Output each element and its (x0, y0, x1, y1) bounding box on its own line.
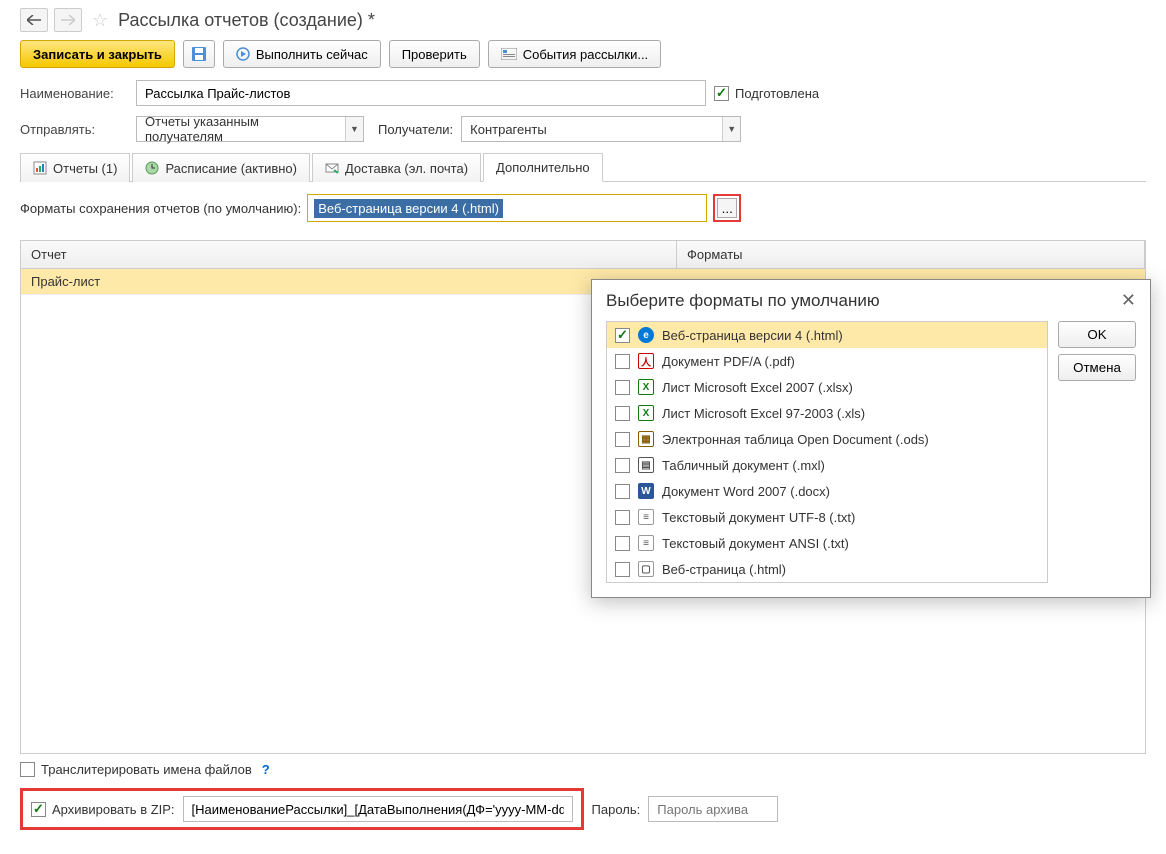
format-item[interactable]: ▦Электронная таблица Open Document (.ods… (607, 426, 1047, 452)
password-input[interactable] (648, 796, 778, 822)
format-item[interactable]: ✓eВеб-страница версии 4 (.html) (607, 322, 1047, 348)
format-item[interactable]: XЛист Microsoft Excel 97-2003 (.xls) (607, 400, 1047, 426)
checkbox-icon: ✓ (31, 802, 46, 817)
checkbox-icon (615, 458, 630, 473)
checkbox-icon (615, 406, 630, 421)
zip-name-input[interactable] (183, 796, 573, 822)
tab-reports[interactable]: Отчеты (1) (20, 153, 130, 182)
checkbox-icon: ✓ (615, 328, 630, 343)
save-button[interactable] (183, 40, 215, 68)
play-icon (236, 47, 250, 61)
format-label: Лист Microsoft Excel 2007 (.xlsx) (662, 380, 853, 395)
format-label: Электронная таблица Open Document (.ods) (662, 432, 929, 447)
header: ☆ Рассылка отчетов (создание) * (20, 8, 1146, 32)
clock-icon (145, 161, 159, 175)
checkbox-icon: ✓ (714, 86, 729, 101)
table-header: Отчет Форматы (21, 241, 1145, 269)
checkbox-icon (615, 432, 630, 447)
formats-label: Форматы сохранения отчетов (по умолчанию… (20, 201, 301, 216)
formats-table: Отчет Форматы Прайс-лист Выберите формат… (20, 240, 1146, 754)
format-item[interactable]: WДокумент Word 2007 (.docx) (607, 478, 1047, 504)
check-button[interactable]: Проверить (389, 40, 480, 68)
format-list: ✓eВеб-страница версии 4 (.html)人Документ… (606, 321, 1048, 583)
transliterate-checkbox[interactable]: Транслитерировать имена файлов ? (20, 762, 270, 777)
format-label: Лист Microsoft Excel 97-2003 (.xls) (662, 406, 865, 421)
zip-checkbox[interactable]: ✓ Архивировать в ZIP: (31, 802, 175, 817)
tab-additional[interactable]: Дополнительно (483, 153, 603, 182)
events-icon (501, 48, 517, 60)
tab-schedule[interactable]: Расписание (активно) (132, 153, 310, 182)
chevron-down-icon[interactable]: ▼ (345, 117, 363, 141)
formats-ellipsis-highlight: ... (713, 194, 741, 222)
checkbox-icon (615, 562, 630, 577)
checkbox-icon (615, 484, 630, 499)
checkbox-icon (615, 380, 630, 395)
checkbox-icon (20, 762, 35, 777)
format-label: Текстовый документ ANSI (.txt) (662, 536, 849, 551)
format-label: Документ PDF/A (.pdf) (662, 354, 795, 369)
name-input[interactable] (136, 80, 706, 106)
col-formats: Форматы (677, 241, 1145, 268)
send-select[interactable]: Отчеты указанным получателям ▼ (136, 116, 364, 142)
dialog-cancel-button[interactable]: Отмена (1058, 354, 1136, 381)
checkbox-icon (615, 354, 630, 369)
prepared-checkbox[interactable]: ✓ Подготовлена (714, 86, 819, 101)
dialog-ok-button[interactable]: OK (1058, 321, 1136, 348)
save-icon (191, 46, 207, 62)
format-item[interactable]: ▤Табличный документ (.mxl) (607, 452, 1047, 478)
toolbar: Записать и закрыть Выполнить сейчас Пров… (20, 40, 1146, 68)
dialog-close-button[interactable]: ✕ (1121, 290, 1136, 311)
run-now-button[interactable]: Выполнить сейчас (223, 40, 381, 68)
zip-highlight: ✓ Архивировать в ZIP: (20, 788, 584, 830)
dialog-title: Выберите форматы по умолчанию (606, 291, 880, 311)
password-label: Пароль: (592, 802, 641, 817)
format-dialog: Выберите форматы по умолчанию ✕ ✓eВеб-ст… (591, 279, 1151, 598)
col-report: Отчет (21, 241, 677, 268)
checkbox-icon (615, 510, 630, 525)
events-button[interactable]: События рассылки... (488, 40, 661, 68)
send-label: Отправлять: (20, 122, 128, 137)
format-label: Веб-страница (.html) (662, 562, 786, 577)
format-label: Текстовый документ UTF-8 (.txt) (662, 510, 855, 525)
report-icon (33, 161, 47, 175)
chevron-down-icon[interactable]: ▼ (722, 117, 740, 141)
nav-back-button[interactable] (20, 8, 48, 32)
arrow-right-icon (61, 15, 75, 25)
mail-icon (325, 161, 339, 175)
arrow-left-icon (27, 15, 41, 25)
page-title: Рассылка отчетов (создание) * (118, 10, 375, 31)
checkbox-icon (615, 536, 630, 551)
format-item[interactable]: ▢Веб-страница (.html) (607, 556, 1047, 582)
formats-ellipsis-button[interactable]: ... (717, 198, 737, 218)
formats-field[interactable]: Веб-страница версии 4 (.html) (307, 194, 707, 222)
tabs: Отчеты (1) Расписание (активно) Доставка… (20, 152, 1146, 182)
recipients-label: Получатели: (378, 122, 453, 137)
name-label: Наименование: (20, 86, 128, 101)
favorite-star-icon[interactable]: ☆ (92, 10, 108, 31)
format-item[interactable]: ≡Текстовый документ ANSI (.txt) (607, 530, 1047, 556)
format-label: Табличный документ (.mxl) (662, 458, 825, 473)
format-item[interactable]: XЛист Microsoft Excel 2007 (.xlsx) (607, 374, 1047, 400)
format-item[interactable]: 人Документ PDF/A (.pdf) (607, 348, 1047, 374)
format-label: Веб-страница версии 4 (.html) (662, 328, 843, 343)
tab-delivery[interactable]: Доставка (эл. почта) (312, 153, 481, 182)
nav-forward-button[interactable] (54, 8, 82, 32)
recipients-select[interactable]: Контрагенты ▼ (461, 116, 741, 142)
format-label: Документ Word 2007 (.docx) (662, 484, 830, 499)
save-close-button[interactable]: Записать и закрыть (20, 40, 175, 68)
format-item[interactable]: ≡Текстовый документ UTF-8 (.txt) (607, 504, 1047, 530)
help-icon[interactable]: ? (262, 762, 270, 777)
